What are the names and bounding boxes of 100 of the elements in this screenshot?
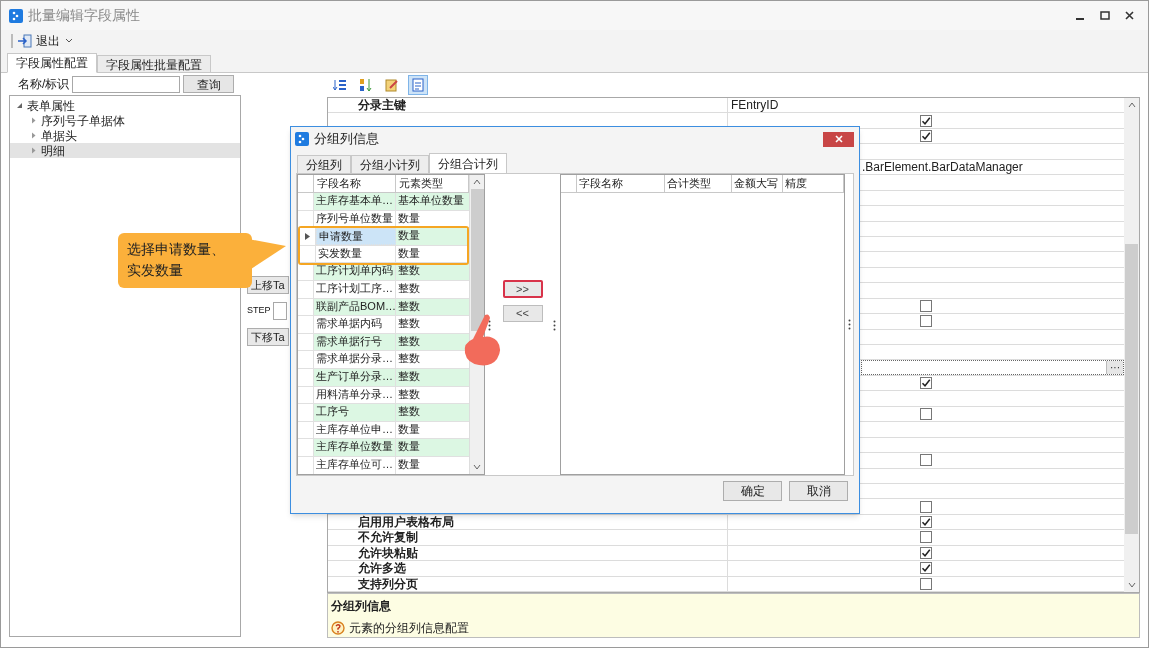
tree-item[interactable]: 序列号子单据体 [10,113,240,128]
scrollbar[interactable] [1124,98,1139,592]
column-header[interactable]: 字段名称 [577,175,665,192]
table-row[interactable]: 申请数量 数量 [300,228,467,246]
splitter-handle-icon[interactable] [553,320,556,331]
property-name: 支持列分页 [358,576,418,591]
dropdown-icon[interactable] [64,37,74,45]
checkbox[interactable] [920,407,932,420]
dialog-button[interactable]: 确定 [723,481,782,501]
table-cell[interactable]: 需求单据内码 [314,316,396,333]
checkbox[interactable] [920,546,932,559]
table-cell[interactable]: 主库存单位数量 [314,439,396,456]
table-cell[interactable]: 数量 [396,456,469,474]
info-description: 元素的分组列信息配置 [349,620,469,637]
column-header[interactable]: 精度 [783,175,844,192]
column-header[interactable]: 合计类型 [665,175,732,192]
table-cell[interactable]: 工序计划工序… [314,280,396,298]
table-cell[interactable]: 数量 [395,228,467,245]
property-name: 允许多选 [358,561,406,576]
checkbox[interactable] [920,577,932,590]
close-icon [834,135,843,143]
checkbox[interactable] [920,531,932,544]
splitter-handle-icon[interactable] [847,319,851,330]
table-cell[interactable]: 序列号单位数量 [314,210,396,228]
splitter-handle-icon[interactable] [488,320,491,331]
table-cell[interactable]: 整数 [396,368,469,386]
column-header[interactable]: 字段名称 [314,175,396,192]
checkbox[interactable] [920,454,932,467]
table-cell[interactable]: 工序号 [314,404,396,421]
dialog-tab[interactable]: 分组列 [297,155,351,173]
dialog-tab[interactable]: 分组小计列 [351,155,429,173]
step-label: STEP [247,304,271,318]
window-title: 批量编辑字段属性 [28,6,140,25]
checkbox[interactable] [920,500,932,513]
table-cell[interactable]: 整数 [396,333,469,351]
table-row[interactable]: 工序号 整数 [298,404,469,422]
table-row[interactable]: 主库存基本单… 基本单位数量 [298,193,469,211]
close-button[interactable] [823,131,854,147]
checkbox[interactable] [920,299,932,312]
table-cell[interactable]: 用料清单分录… [314,386,396,404]
table-cell[interactable]: 实发数量 [315,245,396,263]
checkbox[interactable] [920,516,932,529]
current-row-icon [304,233,310,240]
table-cell[interactable]: 数量 [396,210,469,228]
property-name: 分录主键 [358,98,406,113]
table-cell[interactable]: 主库存单位申… [314,421,396,439]
checkbox[interactable] [920,562,932,575]
tree-item[interactable]: 明细 [10,143,240,158]
move-down-button[interactable]: 下移Ta [247,328,289,346]
table-cell[interactable]: 基本单位数量 [396,193,469,210]
move-up-button[interactable]: 上移Ta [247,276,289,294]
value-field[interactable]: ··· [861,360,1124,375]
collapse-triangle-icon[interactable] [16,102,23,109]
help-icon [331,621,345,635]
table-cell[interactable]: 数量 [396,439,469,456]
table-cell[interactable]: 主库存单位可… [314,456,396,474]
table-cell[interactable]: 需求单据行号 [314,333,396,351]
table-cell[interactable]: 整数 [396,404,469,421]
table-cell[interactable]: 主库存基本单… [314,193,396,210]
checkbox[interactable] [920,130,932,143]
search-button[interactable]: 查询 [183,75,235,93]
table-cell[interactable]: 整数 [396,298,469,316]
step-field[interactable] [272,302,287,320]
tab[interactable]: 字段属性配置 [7,53,97,73]
checkbox[interactable] [920,114,932,127]
table-cell[interactable]: 整数 [396,263,469,280]
table-row[interactable]: 主库存单位数量 数量 [298,439,469,457]
search-field[interactable] [72,75,181,93]
table-cell[interactable]: 工序计划单内码 [314,263,396,280]
property-name: 不允许复制 [358,530,418,545]
tree-item[interactable]: 表单属性 [10,98,240,113]
table-cell[interactable]: 整数 [396,316,469,333]
table-cell[interactable]: 生产订单分录… [314,368,396,386]
checkbox[interactable] [920,377,932,390]
table-cell[interactable]: 申请数量 [315,228,396,245]
dialog-title: 分组列信息 [314,130,379,149]
table-cell[interactable]: 整数 [396,386,469,404]
tab[interactable]: 字段属性批量配置 [97,55,211,73]
expand-triangle-icon[interactable] [30,117,37,124]
tree-item[interactable]: 单据头 [10,128,240,143]
table-cell[interactable]: 数量 [396,421,469,439]
remove-button[interactable]: << [502,305,543,322]
table-cell[interactable]: 整数 [396,280,469,298]
property-name: 启用用户表格布局 [358,515,454,530]
checkbox[interactable] [920,315,932,328]
table-cell[interactable]: 数量 [395,245,467,263]
info-title: 分组列信息 [331,598,392,615]
add-button[interactable]: >> [502,280,543,298]
dialog-button[interactable]: 取消 [789,481,848,501]
expand-triangle-icon[interactable] [30,132,37,139]
app-icon [295,132,309,146]
exit-button[interactable]: 退出 [17,32,60,50]
table-cell[interactable]: 需求单据分录… [314,351,396,368]
table-row[interactable]: 需求单据内码 整数 [298,316,469,334]
search-label: 名称/标识 [18,76,70,93]
column-header[interactable]: 金额大写 [732,175,783,192]
browse-button[interactable]: ··· [1106,361,1123,374]
table-cell[interactable]: 联副产品BOM… [314,298,396,316]
dialog-tab[interactable]: 分组合计列 [429,153,507,173]
table-row[interactable]: 需求单据分录… 整数 [298,351,469,369]
